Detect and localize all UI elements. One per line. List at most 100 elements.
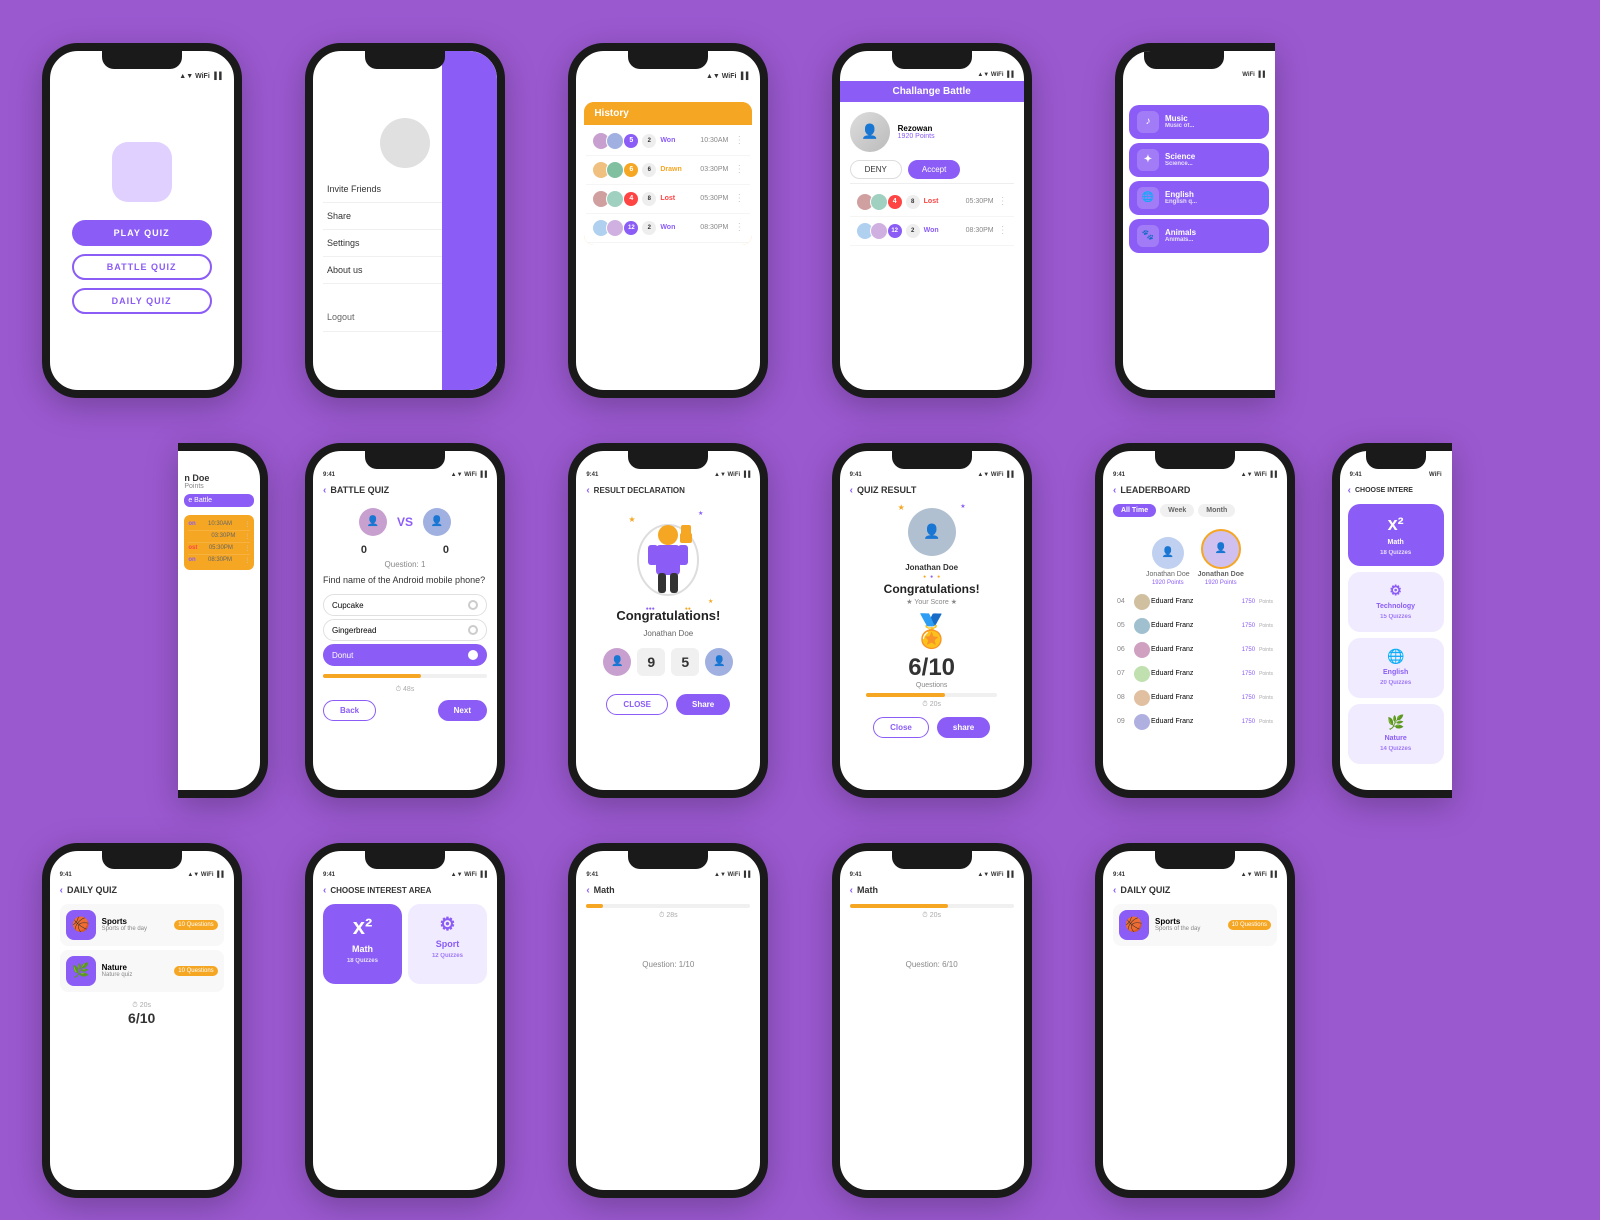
star-2: ★ — [698, 510, 703, 517]
close-qr-button[interactable]: Close — [873, 717, 929, 738]
battle-quiz-nav: ‹ BATTLE QUIZ — [323, 483, 487, 500]
cat-english[interactable]: 🌐 English English q... — [1129, 181, 1269, 215]
option-donut[interactable]: Donut — [323, 644, 487, 666]
history-card: History 5 2 Won 10:30AM ⋮ — [584, 102, 752, 245]
ci-nature[interactable]: 🌿 Nature 14 Quizzes — [1348, 704, 1444, 764]
lb-av-4 — [1133, 593, 1151, 611]
status-10: 9:41 ▲▼ WiFi ▐▐ — [1103, 469, 1287, 481]
nature-badge: 10 Questions — [174, 966, 217, 976]
partial-content: n Doe Points e Battle on 10:30AM ⋮ rawn … — [178, 451, 260, 576]
ci-partial-content: ‹ CHOOSE INTERE x² Math 18 Quizzes ⚙ Tec… — [1340, 481, 1452, 774]
tab-week[interactable]: Week — [1160, 504, 1194, 517]
back-arrow-8[interactable]: ‹ — [586, 485, 589, 496]
phone-wrapper-12: 9:41 ▲▼ WiFi ▐▐ ‹ DAILY QUIZ 🏀 Sports Sp… — [10, 820, 273, 1220]
sports-name: Sports — [102, 917, 169, 926]
main-grid: ▲▼ WiFi ▐▐ PLAY QUIZ BATTLE QUIZ DAILY Q… — [0, 0, 1600, 1200]
phone-math-q1: 9:41 ▲▼ WiFi ▐▐ ‹ Math ⏱ 28s Question: 1… — [568, 843, 768, 1198]
phone-wrapper-6: n Doe Points e Battle on 10:30AM ⋮ rawn … — [10, 420, 273, 820]
close-button[interactable]: CLOSE — [606, 694, 668, 715]
accept-button[interactable]: Accept — [908, 160, 960, 179]
phone-categories: WiFi ▐▐ ♪ Music Music of... ✦ Science Sc… — [1115, 43, 1275, 398]
notch-9 — [892, 451, 972, 469]
share-qr-button[interactable]: share — [937, 717, 990, 738]
phone-wrapper-1: ▲▼ WiFi ▐▐ PLAY QUIZ BATTLE QUIZ DAILY Q… — [10, 20, 273, 420]
player-points: 1920 Points — [898, 133, 935, 140]
result-decl-content: ‹ RESULT DECLARATION ★ ★ ★ — [576, 481, 760, 721]
ci-english[interactable]: 🌐 English 20 Quizzes — [1348, 638, 1444, 698]
ci-back[interactable]: ‹ — [1348, 485, 1351, 496]
interest-sport[interactable]: ⚙ Sport 12 Quizzes — [408, 904, 487, 984]
back-arrow-7[interactable]: ‹ — [323, 485, 326, 496]
phone-wrapper-10: 9:41 ▲▼ WiFi ▐▐ ‹ LEADERBOARD All Time W… — [1063, 420, 1326, 820]
interest-math[interactable]: x² Math 18 Quizzes — [323, 904, 402, 984]
daily-quiz-br-content: ‹ DAILY QUIZ 🏀 Sports Sports of the day … — [1103, 881, 1287, 956]
sidebar-overlay — [442, 51, 497, 390]
phone-wrapper-15: 9:41 ▲▼ WiFi ▐▐ ‹ Math ⏱ 20s Question: 6… — [800, 820, 1063, 1220]
daily-quiz-bl-content: ‹ DAILY QUIZ 🏀 Sports Sports of the day … — [50, 881, 234, 1032]
ci-full-nav: ‹ CHOOSE INTEREST AREA — [323, 883, 487, 900]
questions-label: Questions — [916, 682, 948, 689]
back-arrow-9[interactable]: ‹ — [850, 485, 853, 496]
ci-english-icon: 🌐 — [1387, 648, 1404, 665]
math-q6-back[interactable]: ‹ — [850, 885, 853, 896]
main-menu-content: PLAY QUIZ BATTLE QUIZ DAILY QUIZ — [50, 112, 234, 324]
c-dots-2: ⋮ — [998, 225, 1008, 236]
winner-svg — [628, 515, 708, 605]
star-qr-2: ★ — [960, 503, 965, 510]
lb-item-5: 05 Eduard Franz 1750 Points — [1113, 614, 1277, 638]
badge-num-1: 2 — [642, 134, 656, 148]
daily-quiz-button[interactable]: DAILY QUIZ — [72, 288, 212, 314]
option-gingerbread[interactable]: Gingerbread — [323, 619, 487, 641]
dq-bl-back[interactable]: ‹ — [60, 885, 63, 896]
tab-all-time[interactable]: All Time — [1113, 504, 1156, 517]
int-sport-icon: ⚙ — [439, 914, 455, 935]
back-button-7[interactable]: Back — [323, 700, 376, 721]
status-11: 9:41 WiFi — [1340, 469, 1452, 481]
ph-4: on 08:30PM ⋮ — [188, 555, 250, 566]
profile-avatar-sm — [380, 118, 430, 168]
lb-list: 04 Eduard Franz 1750 Points 05 Eduard Fr… — [1113, 590, 1277, 734]
math-q1-back[interactable]: ‹ — [586, 885, 589, 896]
action-buttons: DENY Accept — [850, 160, 1014, 179]
timer-7: ⏱ 48s — [323, 686, 487, 694]
c-time-1: 05:30PM — [966, 198, 994, 205]
back-arrow-10[interactable]: ‹ — [1113, 485, 1116, 496]
avatar-stack-1 — [592, 132, 620, 150]
ci-tech[interactable]: ⚙ Technology 15 Quizzes — [1348, 572, 1444, 632]
daily-quiz-bl-nav: ‹ DAILY QUIZ — [60, 883, 224, 900]
dq-br-back[interactable]: ‹ — [1113, 885, 1116, 896]
daily-nature[interactable]: 🌿 Nature Nature quiz 10 Questions — [60, 950, 224, 992]
cat-science[interactable]: ✦ Science Science... — [1129, 143, 1269, 177]
cat-animals[interactable]: 🐾 Animals Animals... — [1129, 219, 1269, 253]
cat-music[interactable]: ♪ Music Music of... — [1129, 105, 1269, 139]
ci-math[interactable]: x² Math 18 Quizzes — [1348, 504, 1444, 566]
math-q6-content: ‹ Math ⏱ 20s Question: 6/10 — [840, 881, 1024, 975]
time-2: 03:30PM — [700, 166, 728, 173]
avatar-sm-8 — [606, 219, 624, 237]
play-quiz-button[interactable]: PLAY QUIZ — [72, 220, 212, 246]
battle-quiz-button[interactable]: BATTLE QUIZ — [72, 254, 212, 280]
tech-icon: ⚙ — [1389, 582, 1402, 599]
tab-month[interactable]: Month — [1198, 504, 1235, 517]
nature-desc: Nature quiz — [102, 972, 169, 978]
deny-button[interactable]: DENY — [850, 160, 902, 179]
ci-full-back[interactable]: ‹ — [323, 885, 326, 896]
phone-wrapper-9: 9:41 ▲▼ WiFi ▐▐ ‹ QUIZ RESULT ★ ★ 👤 Jona… — [800, 420, 1063, 820]
option-cupcake[interactable]: Cupcake — [323, 594, 487, 616]
history-item-1: 5 2 Won 10:30AM ⋮ — [586, 127, 750, 156]
notch-8 — [628, 451, 708, 469]
share-button[interactable]: Share — [676, 694, 730, 715]
daily-sports[interactable]: 🏀 Sports Sports of the day 10 Questions — [60, 904, 224, 946]
battle-label: e Battle — [184, 494, 254, 507]
congrats-title: Congratulations! — [616, 608, 720, 623]
dq-br-sports[interactable]: 🏀 Sports Sports of the day 10 Questions — [1113, 904, 1277, 946]
star-1: ★ — [628, 515, 635, 524]
next-button-7[interactable]: Next — [438, 700, 487, 721]
math-q6-nav: ‹ Math — [850, 883, 1014, 900]
categories-content: ♪ Music Music of... ✦ Science Science...… — [1123, 81, 1275, 263]
winner-illustration: ★ ★ ★ — [618, 510, 718, 610]
result-decl-nav: ‹ RESULT DECLARATION — [586, 483, 750, 500]
notch-15 — [892, 851, 972, 869]
status-won-1: Won — [660, 137, 675, 144]
progress-qr-fill — [866, 693, 945, 697]
